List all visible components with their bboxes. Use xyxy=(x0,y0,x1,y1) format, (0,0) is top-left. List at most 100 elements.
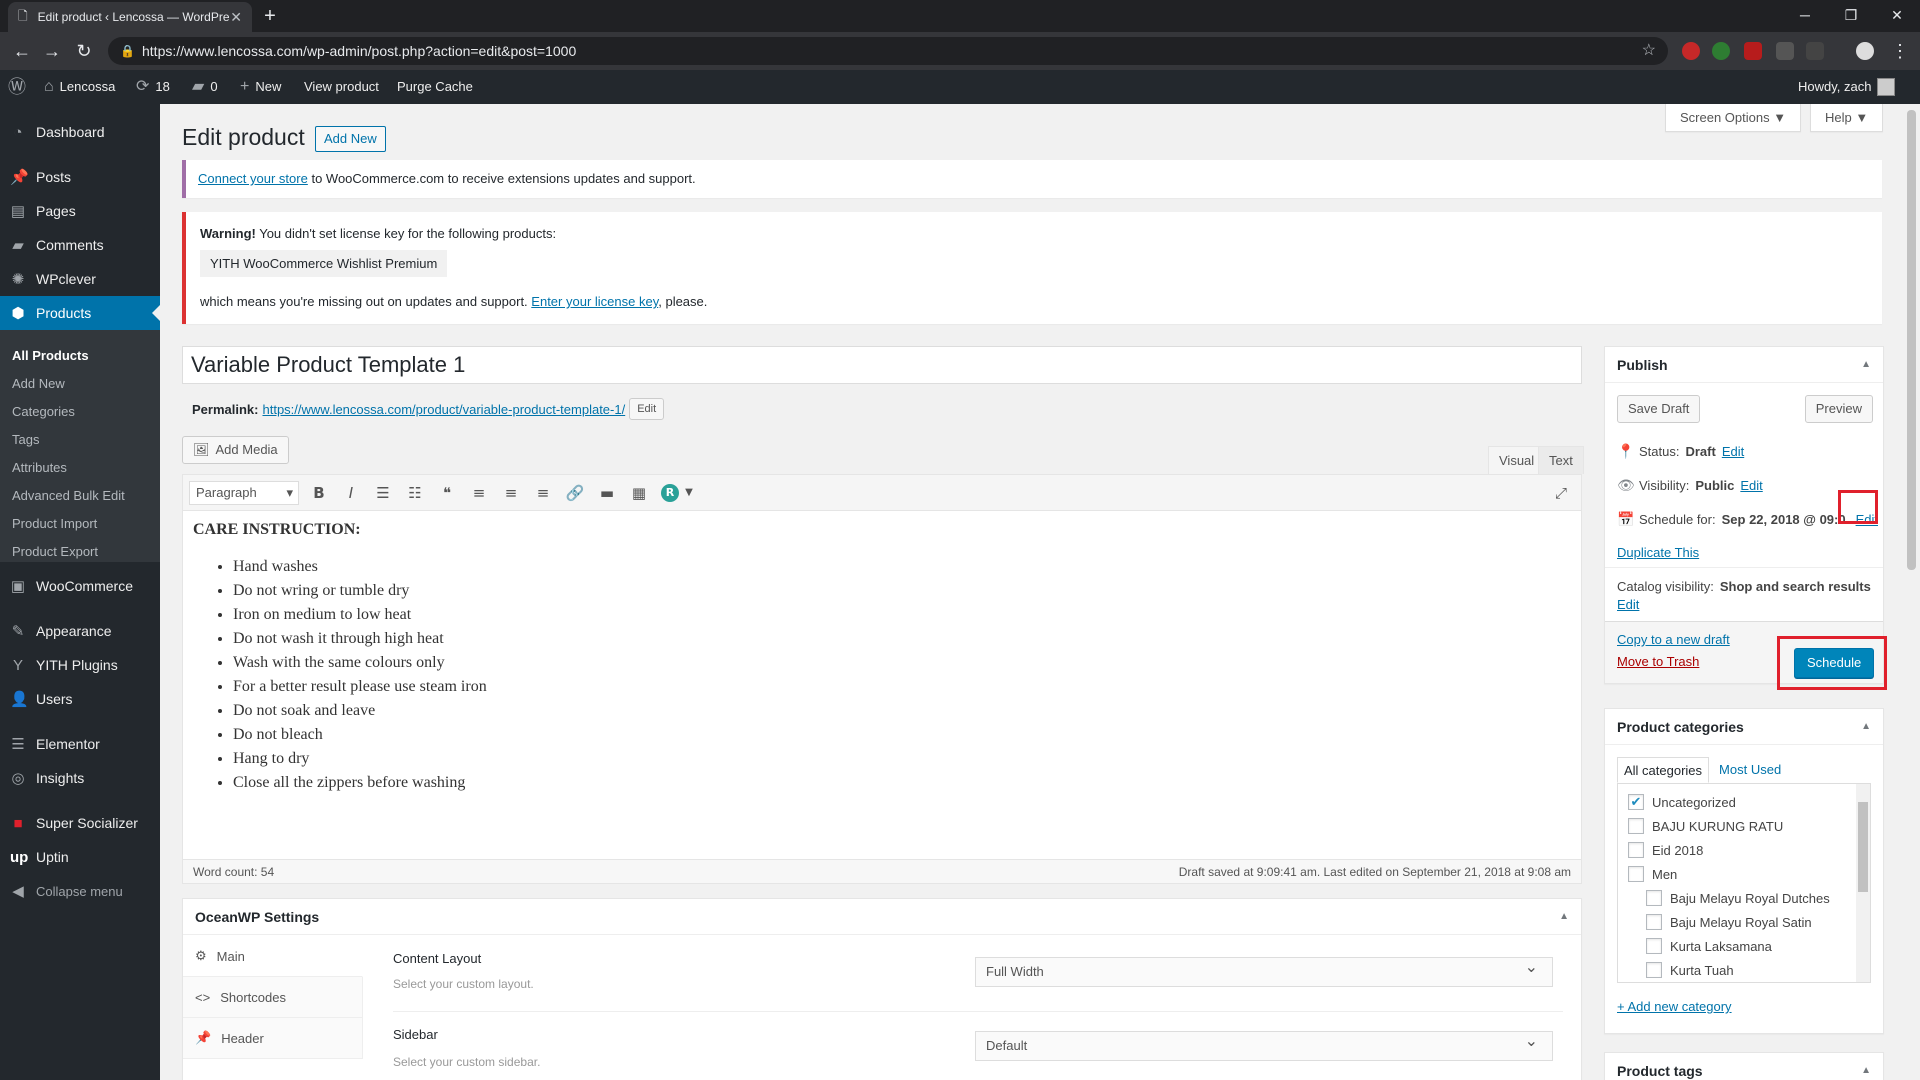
checkbox[interactable] xyxy=(1628,866,1644,882)
extension-icon[interactable] xyxy=(1712,42,1730,60)
content-layout-select[interactable]: Full Width xyxy=(975,954,1553,987)
url-input[interactable]: 🔒 https://www.lencossa.com/wp-admin/post… xyxy=(108,37,1668,65)
move-to-trash-link[interactable]: Move to Trash xyxy=(1617,654,1699,669)
tab-main[interactable]: ⚙ Main xyxy=(183,936,363,977)
add-new-button[interactable]: Add New xyxy=(315,126,386,152)
status-edit-link[interactable]: Edit xyxy=(1722,444,1744,459)
catalog-edit-link[interactable]: Edit xyxy=(1617,597,1639,612)
sidebar-item-pages[interactable]: ▤ Pages xyxy=(0,194,160,228)
add-media-button[interactable]: 🖼 Add Media xyxy=(182,436,289,464)
submenu-add-new[interactable]: Add New xyxy=(12,376,65,391)
reload-icon[interactable]: ↻ xyxy=(72,39,96,63)
sidebar-item-users[interactable]: 👤 Users xyxy=(0,682,160,716)
sidebar-item-comments[interactable]: ▰ Comments xyxy=(0,228,160,262)
screen-options-button[interactable]: Screen Options ▼ xyxy=(1665,104,1802,132)
back-icon[interactable]: ← xyxy=(10,39,34,63)
duplicate-link[interactable]: Duplicate This xyxy=(1617,545,1699,560)
tab-all-categories[interactable]: All categories xyxy=(1617,757,1710,783)
checkbox[interactable] xyxy=(1628,842,1644,858)
checkbox[interactable] xyxy=(1628,818,1644,834)
list-item[interactable]: Baju Melayu Royal Satin xyxy=(1646,914,1812,930)
plugin-r-icon[interactable]: R xyxy=(661,484,679,502)
submenu-product-export[interactable]: Product Export xyxy=(12,544,98,559)
checkbox[interactable]: ✔ xyxy=(1628,794,1644,810)
submenu-tags[interactable]: Tags xyxy=(12,432,39,447)
align-right-icon[interactable]: ≡ xyxy=(533,483,553,503)
bookmark-star-icon[interactable]: ☆ xyxy=(1642,37,1656,65)
purge-cache-link[interactable]: Purge Cache xyxy=(397,70,473,104)
collapse-arrow-icon[interactable]: ▲ xyxy=(1861,1053,1871,1080)
scroll-thumb[interactable] xyxy=(1907,110,1916,570)
sidebar-item-insights[interactable]: ◎ Insights xyxy=(0,761,160,795)
list-item[interactable]: BAJU KURUNG RATU xyxy=(1628,818,1783,834)
sidebar-item-elementor[interactable]: ☰ Elementor xyxy=(0,727,160,761)
category-scrollbar[interactable] xyxy=(1856,784,1870,982)
sidebar-item-yith-plugins[interactable]: Y YITH Plugins xyxy=(0,648,160,682)
chevron-down-icon[interactable]: ▼ xyxy=(679,483,699,503)
numbered-list-icon[interactable]: ☷ xyxy=(405,483,425,503)
forward-icon[interactable]: → xyxy=(40,39,64,63)
profile-avatar[interactable] xyxy=(1856,42,1874,60)
visibility-edit-link[interactable]: Edit xyxy=(1740,478,1762,493)
list-item[interactable]: Kurta Tuah xyxy=(1646,962,1734,978)
connect-store-link[interactable]: Connect your store xyxy=(198,171,308,186)
checkbox[interactable] xyxy=(1646,890,1662,906)
bold-icon[interactable]: B xyxy=(309,483,329,503)
wordpress-logo-icon[interactable]: Ⓦ xyxy=(8,70,26,104)
license-key-link[interactable]: Enter your license key xyxy=(531,294,658,309)
sidebar-item-dashboard[interactable]: ◔ Dashboard xyxy=(0,115,160,149)
extension-icon[interactable] xyxy=(1744,42,1762,60)
checkbox[interactable] xyxy=(1646,938,1662,954)
sidebar-item-uptin[interactable]: up Uptin xyxy=(0,840,160,874)
tags-header[interactable]: Product tags ▲ xyxy=(1605,1053,1883,1080)
submenu-all-products[interactable]: All Products xyxy=(12,348,89,363)
submenu-categories[interactable]: Categories xyxy=(12,404,75,419)
sidebar-item-appearance[interactable]: ✎ Appearance xyxy=(0,614,160,648)
collapse-arrow-icon[interactable]: ▲ xyxy=(1861,347,1871,383)
sidebar-select[interactable]: Default xyxy=(975,1028,1553,1061)
scroll-thumb[interactable] xyxy=(1858,802,1868,892)
help-button[interactable]: Help ▼ xyxy=(1810,104,1884,132)
minimize-icon[interactable]: ─ xyxy=(1782,0,1828,32)
editor-content[interactable]: CARE INSTRUCTION: Hand washes Do not wri… xyxy=(183,511,1581,851)
view-product-link[interactable]: View product xyxy=(304,70,379,104)
italic-icon[interactable]: I xyxy=(341,483,361,503)
submenu-product-import[interactable]: Product Import xyxy=(12,516,97,531)
submenu-attributes[interactable]: Attributes xyxy=(12,460,67,475)
account-menu[interactable]: Howdy, zach xyxy=(1798,70,1896,104)
list-item[interactable]: Eid 2018 xyxy=(1628,842,1703,858)
extension-icon[interactable] xyxy=(1806,42,1824,60)
copy-draft-link[interactable]: Copy to a new draft xyxy=(1617,632,1730,647)
comments-link[interactable]: ▰ 0 xyxy=(192,70,218,104)
tab-header[interactable]: 📌 Header xyxy=(183,1018,363,1059)
sidebar-item-super-socializer[interactable]: ■ Super Socializer xyxy=(0,806,160,840)
tab-visual[interactable]: Visual xyxy=(1488,446,1546,474)
fullscreen-icon[interactable]: ⤢ xyxy=(1551,483,1571,503)
extension-icon[interactable] xyxy=(1776,42,1794,60)
updates-link[interactable]: ⟳ 18 xyxy=(136,70,170,104)
paragraph-format-select[interactable]: Paragraph xyxy=(189,481,299,505)
tab-text[interactable]: Text xyxy=(1538,446,1584,474)
tab-shortcodes[interactable]: <> Shortcodes xyxy=(183,977,363,1018)
close-window-icon[interactable]: ✕ xyxy=(1874,0,1920,32)
browser-menu-icon[interactable]: ⋮ xyxy=(1888,39,1912,63)
new-tab-button[interactable]: + xyxy=(258,4,282,28)
align-left-icon[interactable]: ≡ xyxy=(469,483,489,503)
blockquote-icon[interactable]: ❝ xyxy=(437,483,457,503)
preview-button[interactable]: Preview xyxy=(1804,395,1873,423)
extension-icon[interactable] xyxy=(1682,42,1700,60)
categories-header[interactable]: Product categories ▲ xyxy=(1605,709,1883,745)
list-item[interactable]: Baju Melayu Royal Dutches xyxy=(1646,890,1830,906)
publish-header[interactable]: Publish ▲ xyxy=(1605,347,1883,383)
toolbar-toggle-icon[interactable]: ▦ xyxy=(629,483,649,503)
sidebar-item-posts[interactable]: 📌 Posts xyxy=(0,160,160,194)
sidebar-item-products[interactable]: ⬢ Products xyxy=(0,296,160,330)
bullet-list-icon[interactable]: ☰ xyxy=(373,483,393,503)
oceanwp-header[interactable]: OceanWP Settings ▲ xyxy=(183,899,1581,935)
permalink-link[interactable]: https://www.lencossa.com/product/variabl… xyxy=(262,402,625,417)
align-center-icon[interactable]: ≡ xyxy=(501,483,521,503)
page-scrollbar[interactable] xyxy=(1903,104,1920,1080)
link-icon[interactable]: 🔗 xyxy=(565,483,585,503)
save-draft-button[interactable]: Save Draft xyxy=(1617,395,1701,423)
tab-most-used[interactable]: Most Used xyxy=(1713,757,1787,783)
